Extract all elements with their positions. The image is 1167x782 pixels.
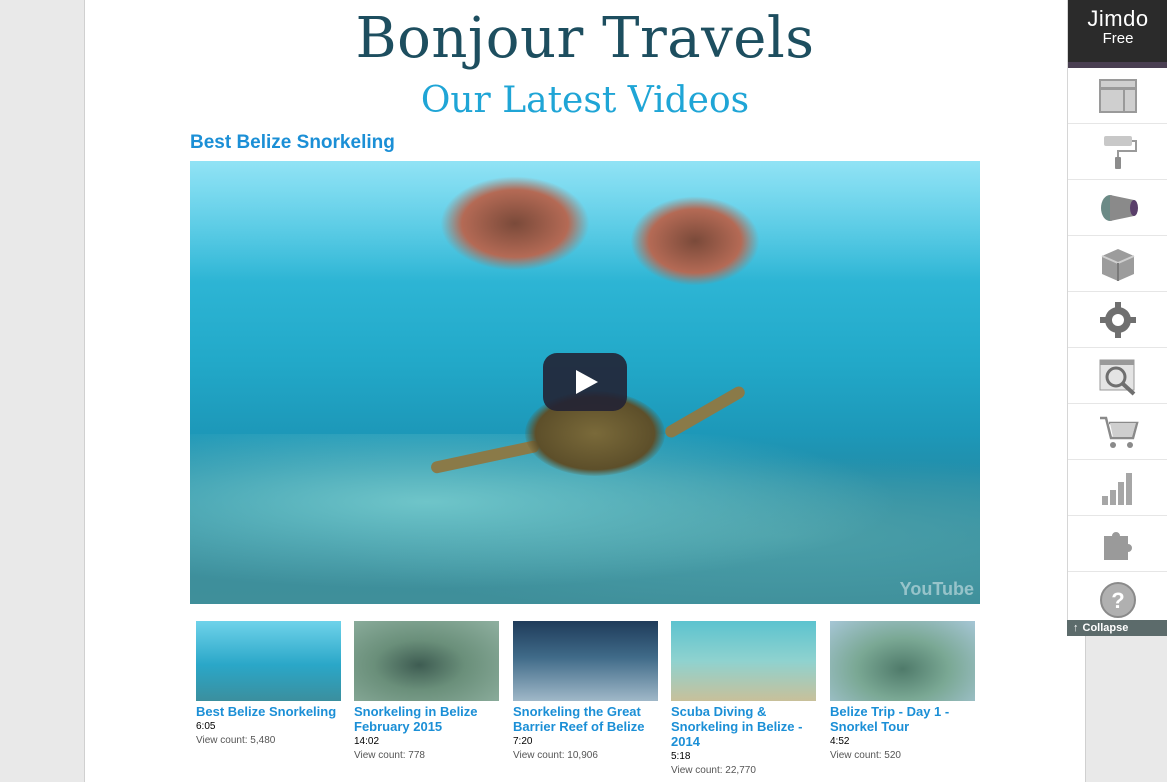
video-link[interactable]: Best Belize Snorkeling: [196, 704, 341, 719]
layout-button[interactable]: [1068, 68, 1167, 124]
video-link[interactable]: Belize Trip - Day 1 - Snorkel Tour: [830, 704, 975, 734]
video-view-count: View count: 520: [830, 750, 901, 761]
video-item[interactable]: Best Belize Snorkeling 6:05 View count: …: [196, 621, 341, 747]
design-button[interactable]: [1068, 124, 1167, 180]
video-thumbnail[interactable]: [196, 621, 341, 701]
video-view-count: View count: 10,906: [513, 750, 598, 761]
marketing-button[interactable]: [1068, 180, 1167, 236]
video-duration: 14:02: [354, 736, 380, 747]
svg-text:?: ?: [1111, 588, 1124, 613]
collapse-label: Collapse: [1082, 622, 1129, 634]
video-view-count: View count: 22,770: [671, 765, 756, 776]
video-item[interactable]: Scuba Diving & Snorkeling in Belize - 20…: [671, 621, 816, 777]
megaphone-icon: [1101, 194, 1138, 221]
shop-button[interactable]: [1068, 404, 1167, 460]
jimdo-logo: Jimdo: [1087, 6, 1149, 31]
store-button[interactable]: [1068, 236, 1167, 292]
collapse-button[interactable]: ↑ Collapse: [1067, 620, 1167, 636]
video-duration: 6:05: [196, 721, 216, 732]
page-subtitle: Our Latest Videos: [420, 80, 750, 121]
featured-video-title[interactable]: Best Belize Snorkeling: [190, 132, 395, 154]
video-player[interactable]: YouTube: [190, 161, 980, 604]
jimdo-sidebar: Jimdo Free ?: [1067, 0, 1167, 636]
help-icon: ?: [1100, 581, 1136, 618]
paint-roller-icon: [1104, 135, 1137, 169]
video-thumbnail[interactable]: [671, 621, 816, 701]
video-item[interactable]: Snorkeling the Great Barrier Reef of Bel…: [513, 621, 658, 762]
apps-button[interactable]: [1068, 516, 1167, 572]
statistics-button[interactable]: [1068, 460, 1167, 516]
youtube-watermark: YouTube: [899, 579, 974, 599]
puzzle-icon: [1104, 531, 1132, 560]
jimdo-brand[interactable]: Jimdo Free: [1068, 0, 1167, 68]
snorkeler-right: [630, 196, 760, 286]
seo-button[interactable]: [1068, 348, 1167, 404]
page-content: Bonjour Travels Our Latest Videos Best B…: [84, 0, 1086, 782]
video-link[interactable]: Scuba Diving & Snorkeling in Belize - 20…: [671, 704, 816, 749]
video-link[interactable]: Snorkeling in Belize February 2015: [354, 704, 499, 734]
site-title: Bonjour Travels: [355, 6, 815, 71]
turtle-fin-right: [663, 384, 747, 440]
gear-icon: [1100, 301, 1136, 338]
video-duration: 4:52: [830, 736, 850, 747]
video-thumbnail[interactable]: [354, 621, 499, 701]
box-icon: [1101, 248, 1135, 281]
video-duration: 5:18: [671, 751, 691, 762]
settings-button[interactable]: [1068, 292, 1167, 348]
snorkeler-left: [440, 176, 590, 271]
shopping-cart-icon: [1100, 416, 1139, 448]
play-button[interactable]: [543, 353, 627, 411]
video-thumbnail[interactable]: [513, 621, 658, 701]
video-thumbnail[interactable]: [830, 621, 975, 701]
video-duration: 7:20: [513, 736, 533, 747]
statistics-icon: [1102, 472, 1132, 505]
video-link[interactable]: Snorkeling the Great Barrier Reef of Bel…: [513, 704, 658, 734]
video-item[interactable]: Snorkeling in Belize February 2015 14:02…: [354, 621, 499, 762]
layout-icon: [1099, 78, 1137, 113]
arrow-up-icon: ↑: [1073, 622, 1079, 634]
video-view-count: View count: 5,480: [196, 735, 276, 746]
seo-magnifier-icon: [1099, 359, 1136, 395]
video-view-count: View count: 778: [354, 750, 425, 761]
video-item[interactable]: Belize Trip - Day 1 - Snorkel Tour 4:52 …: [830, 621, 975, 762]
plan-label: Free: [1102, 30, 1134, 47]
